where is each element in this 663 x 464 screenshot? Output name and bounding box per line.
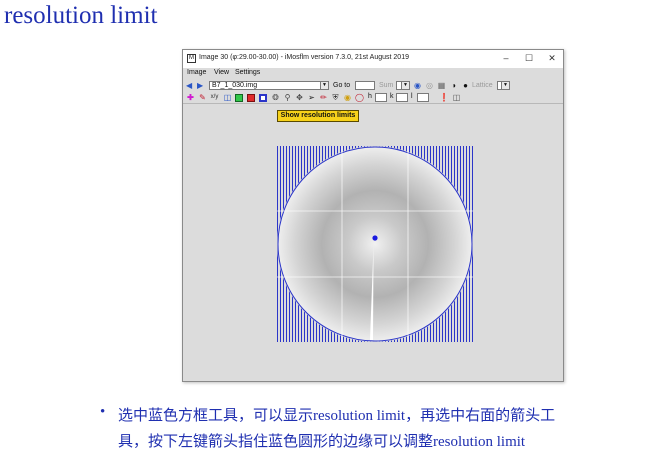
lattice-label[interactable]: Lattice [472,82,493,89]
h-input[interactable] [375,93,387,102]
menu-image[interactable]: Image [187,69,206,76]
spot-label-icon[interactable]: x/y [210,93,219,102]
circle-tool-icon[interactable]: ◯ [355,93,364,102]
image-navigation-toolbar: ◀ ▶ B7_1_030.img ▼ Go to Sum ▼ ◉ ◎ ▦ ◑ ●… [183,80,563,91]
pointer-arrow-icon[interactable]: ➢ [307,93,316,102]
stop-icon[interactable]: ❗ [439,93,449,102]
red-box-icon[interactable] [247,94,255,102]
h-label: h [368,93,372,100]
chevron-down-icon[interactable]: ▼ [320,82,328,89]
diffraction-image-canvas[interactable] [277,146,473,342]
sum-label[interactable]: Sum [379,82,393,89]
goto-input[interactable] [355,81,375,90]
menu-view[interactable]: View [214,69,229,76]
sum-select[interactable]: ▼ [396,81,410,90]
back-arrow-icon[interactable]: ◀ [186,81,192,90]
image-tools-toolbar: ✚ ✎ x/y ◫ ❂ ⚲ ✥ ➢ ✏ ⛨ ◉ ◯ h k l ❗ ◫ [183,92,563,104]
window-titlebar[interactable]: M Image 30 (φ:29.00-30.00) - iMosflm ver… [183,50,563,68]
menu-bar: Image View Settings [183,68,563,79]
predictions-icon[interactable]: ◫ [223,93,232,102]
forward-arrow-icon[interactable]: ▶ [197,81,203,90]
close-button[interactable]: ✕ [545,52,559,64]
caption-line-1: 选中蓝色方框工具，可以显示resolution limit，再选中右面的箭头工 [118,408,556,424]
bullet: • [100,404,106,420]
layout-icon[interactable]: ◫ [452,93,461,102]
spot-finder-icon[interactable]: ◉ [343,93,352,102]
grid-icon[interactable]: ▦ [437,81,446,90]
maximize-button[interactable]: ☐ [522,52,536,64]
slide-title: resolution limit [4,2,158,29]
pencil-icon[interactable]: ✏ [319,93,328,102]
image-file-select[interactable]: B7_1_030.img ▼ [209,81,329,90]
window-title: Image 30 (φ:29.00-30.00) - iMosflm versi… [199,54,409,61]
resolution-box-icon[interactable] [259,94,267,102]
k-input[interactable] [396,93,408,102]
minimize-button[interactable]: – [499,52,513,64]
radio-icon[interactable]: ◎ [425,81,434,90]
circle-fill-icon[interactable]: ● [461,81,470,90]
eraser-icon[interactable]: ✎ [198,93,207,102]
goto-label[interactable]: Go to [333,82,350,89]
show-resolution-limits-tooltip: Show resolution limits [277,110,359,122]
radio-selected-icon[interactable]: ◉ [413,81,422,90]
green-box-icon[interactable] [235,94,243,102]
k-label: k [390,93,394,100]
l-label: l [411,93,413,100]
pan-icon[interactable]: ✥ [295,93,304,102]
app-icon: M [187,54,196,63]
l-input[interactable] [417,93,429,102]
image-file-value: B7_1_030.img [212,82,258,89]
lattice-select[interactable]: ▼ [497,81,510,90]
chevron-down-icon[interactable]: ▼ [501,82,509,89]
diffraction-image[interactable] [277,146,473,342]
zoom-icon[interactable]: ⚲ [283,93,292,102]
beam-center-marker [372,235,378,241]
contrast-icon[interactable]: ◑ [449,81,458,90]
chevron-down-icon[interactable]: ▼ [401,82,409,89]
diffraction-pattern [278,147,472,341]
shield-icon[interactable]: ⛨ [331,93,340,102]
mask-icon[interactable]: ❂ [271,93,280,102]
caption-line-2: 具，按下左键箭头指住蓝色圆形的边缘可以调整resolution limit [118,434,526,450]
add-spot-icon[interactable]: ✚ [186,93,195,102]
menu-settings[interactable]: Settings [235,69,260,76]
